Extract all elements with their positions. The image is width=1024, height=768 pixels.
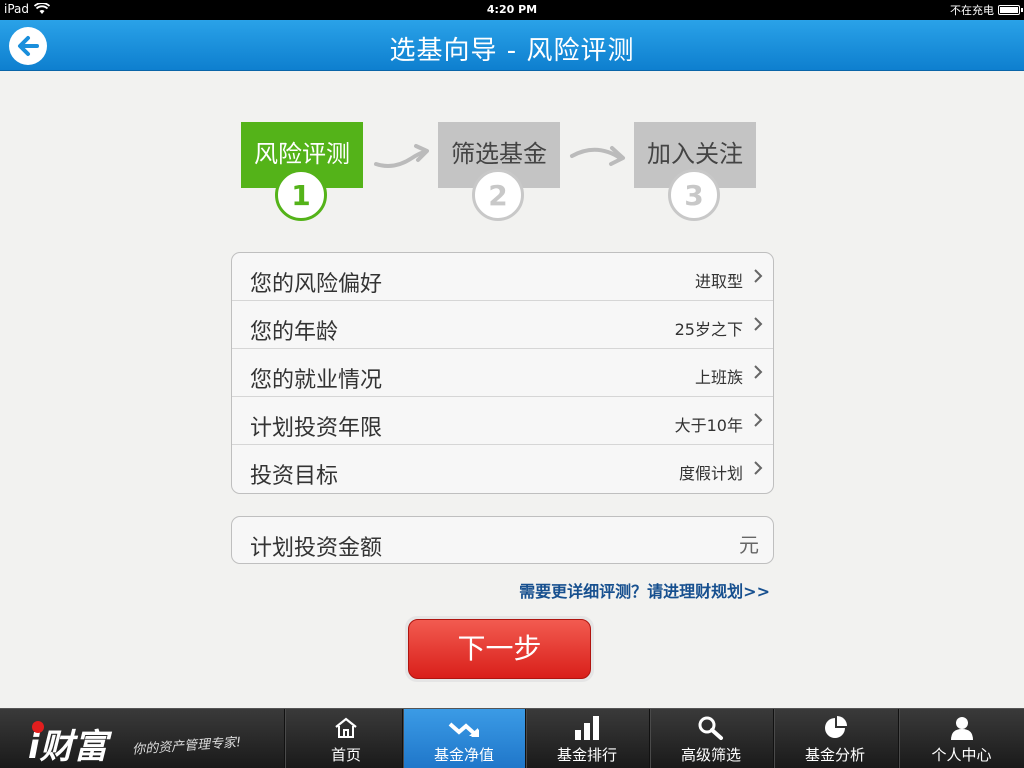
chevron-right-icon xyxy=(754,317,763,331)
nav-bar: 选基向导 - 风险评测 xyxy=(0,20,1024,71)
step-number-1: 1 xyxy=(275,169,327,221)
row-investment-period[interactable]: 计划投资年限 大于10年 xyxy=(232,397,773,445)
row-label: 您的风险偏好 xyxy=(250,272,383,297)
home-icon xyxy=(335,717,357,738)
currency-unit: 元 xyxy=(739,533,759,557)
step-arrow-icon xyxy=(374,144,429,168)
row-label: 计划投资金额 xyxy=(250,536,383,561)
user-icon xyxy=(950,717,973,740)
row-employment[interactable]: 您的就业情况 上班族 xyxy=(232,349,773,397)
trend-icon xyxy=(448,722,479,737)
risk-form-group: 您的风险偏好 进取型 您的年龄 25岁之下 您的就业情况 上班族 计划投资年限 … xyxy=(231,252,774,494)
pie-chart-icon xyxy=(825,716,847,738)
chevron-right-icon xyxy=(754,413,763,427)
step-label: 加入关注 xyxy=(647,140,743,168)
brand-logo: i财富 你的资产管理专家! xyxy=(0,709,284,768)
step-label: 风险评测 xyxy=(254,140,350,168)
financial-planning-link[interactable]: 需要更详细评测？请进理财规划>> xyxy=(519,578,770,602)
bar-chart-icon xyxy=(575,716,599,740)
row-value: 进取型 xyxy=(694,272,743,291)
row-investment-goal[interactable]: 投资目标 度假计划 xyxy=(232,445,773,493)
tab-fund-ranking[interactable]: 基金排行 xyxy=(525,709,648,768)
amount-input[interactable] xyxy=(432,525,733,555)
step-number-2: 2 xyxy=(472,169,524,221)
tab-label: 个人中心 xyxy=(931,746,992,764)
row-value: 25岁之下 xyxy=(674,320,743,339)
row-label: 投资目标 xyxy=(250,464,339,489)
row-value: 大于10年 xyxy=(674,416,743,435)
step-number-3: 3 xyxy=(668,169,720,221)
row-investment-amount: 计划投资金额 元 xyxy=(232,517,773,563)
row-age[interactable]: 您的年龄 25岁之下 xyxy=(232,301,773,349)
row-value: 度假计划 xyxy=(678,464,743,483)
tab-label: 基金排行 xyxy=(556,746,617,764)
next-button[interactable]: 下一步 xyxy=(408,619,591,679)
tab-fund-nav[interactable]: 基金净值 xyxy=(402,709,525,768)
tab-fund-analysis[interactable]: 基金分析 xyxy=(773,709,896,768)
logo-slogan: 你的资产管理专家! xyxy=(131,735,242,758)
row-value: 上班族 xyxy=(694,368,743,387)
chevron-right-icon xyxy=(754,269,763,283)
chevron-right-icon xyxy=(754,365,763,379)
tab-label: 首页 xyxy=(330,746,361,764)
step-label: 筛选基金 xyxy=(451,140,547,168)
battery-icon xyxy=(998,5,1023,15)
page-title: 选基向导 - 风险评测 xyxy=(389,36,635,66)
row-label: 您的年龄 xyxy=(250,320,339,345)
chevron-right-icon xyxy=(754,461,763,475)
row-label: 您的就业情况 xyxy=(250,368,383,393)
next-button-frame: 下一步 xyxy=(405,616,594,682)
tab-label: 高级筛选 xyxy=(680,746,741,764)
row-label: 计划投资年限 xyxy=(250,416,383,441)
status-time: 4:20 PM xyxy=(486,3,538,16)
tab-bar: i财富 你的资产管理专家! 首页 基金净值 基金排行 高级筛选 基金分析 个人中… xyxy=(0,708,1024,768)
tab-advanced-filter[interactable]: 高级筛选 xyxy=(649,709,772,768)
amount-group: 计划投资金额 元 xyxy=(231,516,774,564)
logo-dot-icon xyxy=(32,721,44,733)
tab-label: 基金分析 xyxy=(804,746,865,764)
tab-label: 基金净值 xyxy=(433,746,494,764)
status-bar: iPad 4:20 PM 不在充电 xyxy=(0,0,1024,20)
row-risk-preference[interactable]: 您的风险偏好 进取型 xyxy=(232,253,773,301)
tab-personal-center[interactable]: 个人中心 xyxy=(898,709,1024,768)
tab-home[interactable]: 首页 xyxy=(284,709,407,768)
step-arrow-icon xyxy=(570,146,625,166)
charging-status: 不在充电 xyxy=(950,4,994,17)
search-icon xyxy=(698,716,723,740)
